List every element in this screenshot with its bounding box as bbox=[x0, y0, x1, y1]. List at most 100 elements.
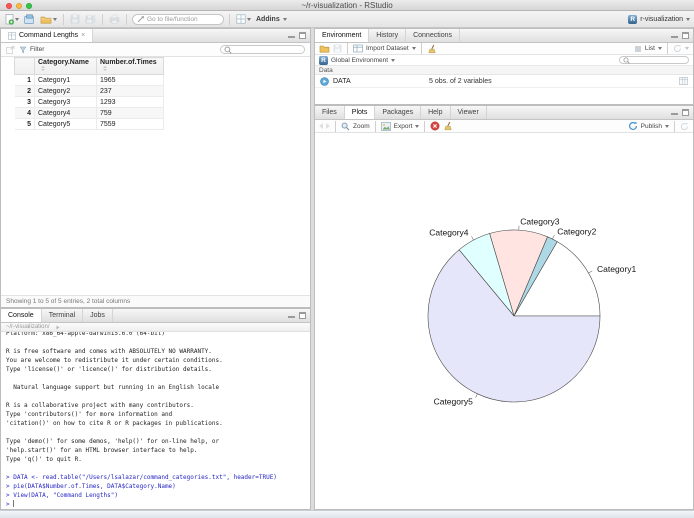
toolbar-separator bbox=[420, 43, 422, 54]
tab-connections[interactable]: Connections bbox=[406, 29, 460, 42]
refresh-environment-button[interactable] bbox=[673, 44, 689, 53]
data-frame-icon bbox=[320, 76, 329, 86]
zoom-plot-button[interactable]: Zoom bbox=[341, 122, 370, 131]
tab-command-lengths[interactable]: Command Lengths × bbox=[1, 29, 94, 42]
tab-terminal[interactable]: Terminal bbox=[42, 309, 84, 322]
console-output-line: Natural language support but running in … bbox=[6, 384, 220, 391]
new-project-button[interactable] bbox=[23, 13, 36, 25]
maximize-pane-icon[interactable] bbox=[682, 109, 689, 116]
save-all-button[interactable] bbox=[84, 13, 97, 25]
environment-toolbar: Import Dataset List bbox=[315, 43, 693, 55]
console-input-line: > View(DATA, "Command Lengths") bbox=[6, 492, 118, 499]
project-menu-button[interactable]: R r-visualization bbox=[628, 14, 690, 24]
rstudio-window: ~/r-visualization - RStudio Go to file/f… bbox=[0, 0, 694, 518]
goto-file-placeholder: Go to file/function bbox=[147, 15, 198, 23]
plot-display-area: Category1 Category2 Category3 Category4 Cate… bbox=[315, 133, 693, 509]
global-environment-selector[interactable]: Global Environment bbox=[331, 57, 396, 64]
new-file-button[interactable] bbox=[4, 13, 20, 26]
environment-scope-row: R Global Environment bbox=[315, 55, 693, 66]
popout-icon[interactable] bbox=[6, 45, 15, 54]
open-workspace-icon[interactable] bbox=[319, 44, 330, 53]
minimize-pane-icon[interactable] bbox=[671, 109, 678, 116]
clear-all-plots-broom-icon[interactable] bbox=[443, 121, 453, 131]
plots-pane: Files Plots Packages Help Viewer Zoom Ex… bbox=[314, 105, 694, 510]
table-row[interactable]: 1 Category1 1965 bbox=[14, 74, 164, 86]
minimize-pane-icon[interactable] bbox=[288, 32, 295, 39]
toolbar-separator bbox=[102, 13, 103, 25]
save-workspace-icon[interactable] bbox=[333, 44, 342, 53]
table-cell: Category1 bbox=[34, 74, 97, 86]
goto-file-icon bbox=[137, 16, 144, 23]
list-view-caret-icon bbox=[658, 47, 662, 50]
table-cell: 4 bbox=[14, 107, 35, 119]
list-view-button[interactable]: List bbox=[634, 45, 662, 53]
table-cell: 1293 bbox=[96, 96, 164, 108]
import-dataset-button[interactable]: Import Dataset bbox=[353, 44, 416, 53]
print-button[interactable] bbox=[108, 13, 121, 25]
tab-help[interactable]: Help bbox=[421, 106, 451, 119]
tab-history[interactable]: History bbox=[369, 29, 407, 42]
table-header-row: Category.Name Number.of.Times bbox=[14, 57, 164, 75]
tab-plots[interactable]: Plots bbox=[344, 106, 376, 119]
publish-button[interactable]: Publish bbox=[628, 121, 669, 131]
window-bottom-edge bbox=[0, 510, 694, 518]
zoom-magnifier-icon bbox=[341, 122, 350, 130]
table-row[interactable]: 3 Category3 1293 bbox=[14, 96, 164, 108]
tab-packages[interactable]: Packages bbox=[375, 106, 422, 119]
tab-jobs[interactable]: Jobs bbox=[83, 309, 113, 322]
window-title: ~/r-visualization - RStudio bbox=[301, 1, 393, 10]
previous-plot-icon[interactable] bbox=[319, 123, 323, 129]
console-popout-icon[interactable] bbox=[53, 324, 61, 331]
maximize-pane-icon[interactable] bbox=[299, 312, 306, 319]
remove-plot-icon[interactable] bbox=[430, 121, 440, 131]
tab-environment[interactable]: Environment bbox=[315, 29, 370, 42]
minimize-pane-icon[interactable] bbox=[671, 32, 678, 39]
save-button[interactable] bbox=[69, 13, 81, 25]
tab-viewer[interactable]: Viewer bbox=[451, 106, 487, 119]
table-row[interactable]: 4 Category4 759 bbox=[14, 107, 164, 119]
viewer-search-input[interactable] bbox=[220, 45, 305, 54]
console-output[interactable]: Platform: x86_64-apple-darwin15.6.0 (64-… bbox=[1, 332, 310, 509]
viewer-toolbar: Filter bbox=[1, 43, 310, 57]
filter-button[interactable]: Filter bbox=[19, 46, 44, 54]
tab-files[interactable]: Files bbox=[315, 106, 345, 119]
refresh-plots-icon[interactable] bbox=[680, 122, 689, 131]
column-header-number-of-times[interactable]: Number.of.Times bbox=[96, 57, 164, 75]
goto-file-input[interactable]: Go to file/function bbox=[132, 13, 224, 25]
console-output-line: Type 'demo()' for some demos, 'help()' f… bbox=[6, 438, 220, 445]
row-number-header[interactable] bbox=[14, 57, 35, 75]
pie-label: Category1 bbox=[597, 264, 636, 274]
toolbar-separator bbox=[126, 13, 127, 25]
next-plot-icon[interactable] bbox=[326, 123, 330, 129]
sort-icon bbox=[103, 66, 107, 71]
pie-label: Category5 bbox=[434, 397, 473, 407]
export-plot-button[interactable]: Export bbox=[380, 121, 420, 131]
addins-button[interactable]: Addins bbox=[255, 15, 288, 24]
table-row[interactable]: 2 Category2 237 bbox=[14, 85, 164, 97]
global-environment-caret-icon bbox=[391, 58, 396, 62]
console-tabstrip: Console Terminal Jobs bbox=[1, 309, 310, 323]
minimize-pane-icon[interactable] bbox=[288, 312, 295, 319]
publish-caret-icon bbox=[665, 124, 669, 128]
console-output-line: 'citation()' on how to cite R or R packa… bbox=[6, 420, 223, 427]
tab-console[interactable]: Console bbox=[1, 309, 42, 322]
open-file-caret-icon bbox=[53, 17, 57, 21]
save-icon bbox=[70, 14, 80, 24]
column-header-category-name[interactable]: Category.Name bbox=[34, 57, 97, 75]
close-tab-icon[interactable]: × bbox=[81, 32, 85, 39]
environment-search-input[interactable] bbox=[619, 56, 689, 64]
workspace-panes-button[interactable] bbox=[235, 13, 252, 25]
maximize-pane-icon[interactable] bbox=[682, 32, 689, 39]
clear-environment-broom-icon[interactable] bbox=[427, 44, 437, 54]
maximize-pane-icon[interactable] bbox=[299, 32, 306, 39]
console-output-line: Type 'license()' or 'licence()' for dist… bbox=[6, 366, 212, 373]
plots-toolbar: Zoom Export Publish bbox=[315, 120, 693, 133]
environment-object-row[interactable]: DATA 5 obs. of 2 variables bbox=[315, 75, 693, 88]
project-caret-icon bbox=[686, 17, 690, 21]
open-file-button[interactable] bbox=[39, 14, 58, 25]
project-r-icon: R bbox=[628, 14, 638, 24]
view-table-icon[interactable] bbox=[679, 77, 688, 85]
table-row[interactable]: 5 Category5 7559 bbox=[14, 118, 164, 130]
